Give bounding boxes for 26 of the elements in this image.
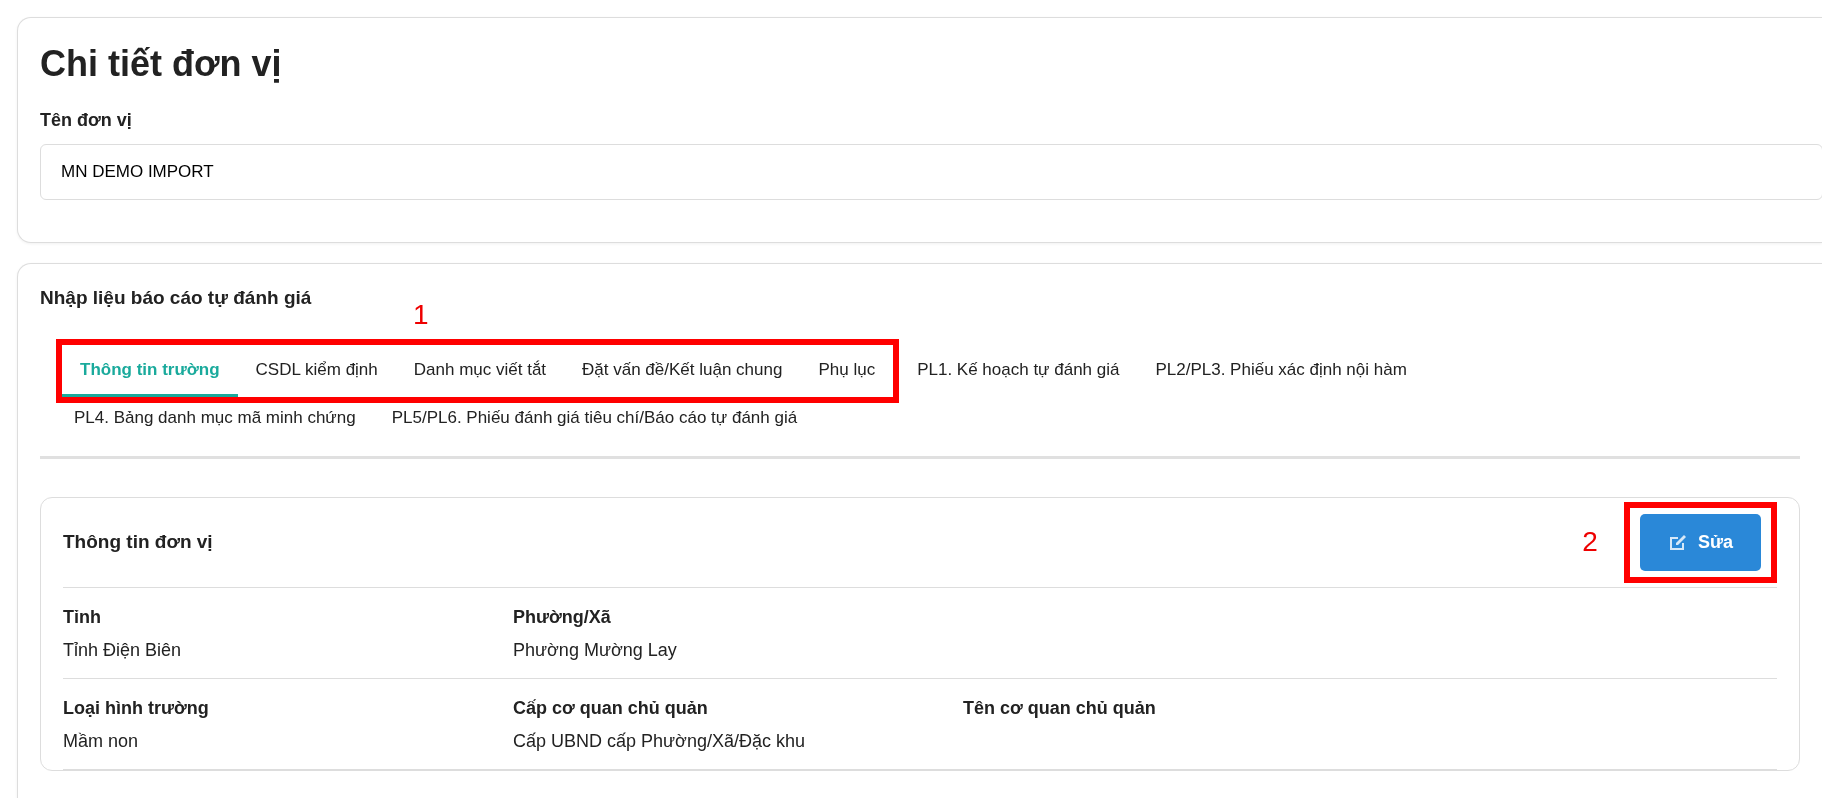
field-label: Phường/Xã: [513, 605, 612, 629]
tab[interactable]: CSDL kiểm định: [237, 344, 396, 398]
annotation-number: 1: [413, 300, 429, 329]
field-label: Tên đơn vị: [40, 109, 133, 133]
field-label: Loại hình trường: [63, 696, 210, 720]
tab[interactable]: PL2/PL3. Phiếu xác định nội hàm: [1137, 344, 1425, 398]
annotation-number: 2: [1582, 525, 1598, 560]
tab[interactable]: PL5/PL6. Phiếu đánh giá tiêu chí/Báo cáo tự đánh giá: [373, 397, 816, 438]
field-label: Tên cơ quan chủ quản: [963, 696, 1157, 720]
field-value: Cấp UBND cấp Phường/Xã/Đặc khu: [513, 729, 806, 753]
field-value: Mầm non: [63, 729, 140, 753]
tab[interactable]: Danh mục viết tắt: [395, 344, 565, 398]
page-title: Chi tiết đơn vị: [40, 42, 283, 86]
field-value: Phường Mường Lay: [513, 638, 678, 662]
edit-button[interactable]: Sửa: [1639, 513, 1761, 571]
section-title: Nhập liệu báo cáo tự đánh giá: [40, 286, 312, 311]
tab[interactable]: PL4. Bảng danh mục mã minh chứng: [56, 397, 374, 438]
tab[interactable]: PL1. Kế hoạch tự đánh giá: [899, 344, 1138, 398]
tab[interactable]: Đặt vấn đề/Kết luận chung: [564, 344, 801, 398]
unit-name-field[interactable]: MN DEMO IMPORT: [40, 144, 1822, 201]
tab[interactable]: Phụ lục: [800, 344, 894, 398]
card-title: Thông tin đơn vị: [63, 530, 213, 554]
field-label: Tỉnh: [63, 605, 102, 629]
edit-icon: [1667, 532, 1688, 552]
field-value: Tỉnh Điện Biên: [63, 638, 183, 662]
field-label: Cấp cơ quan chủ quản: [513, 696, 709, 720]
